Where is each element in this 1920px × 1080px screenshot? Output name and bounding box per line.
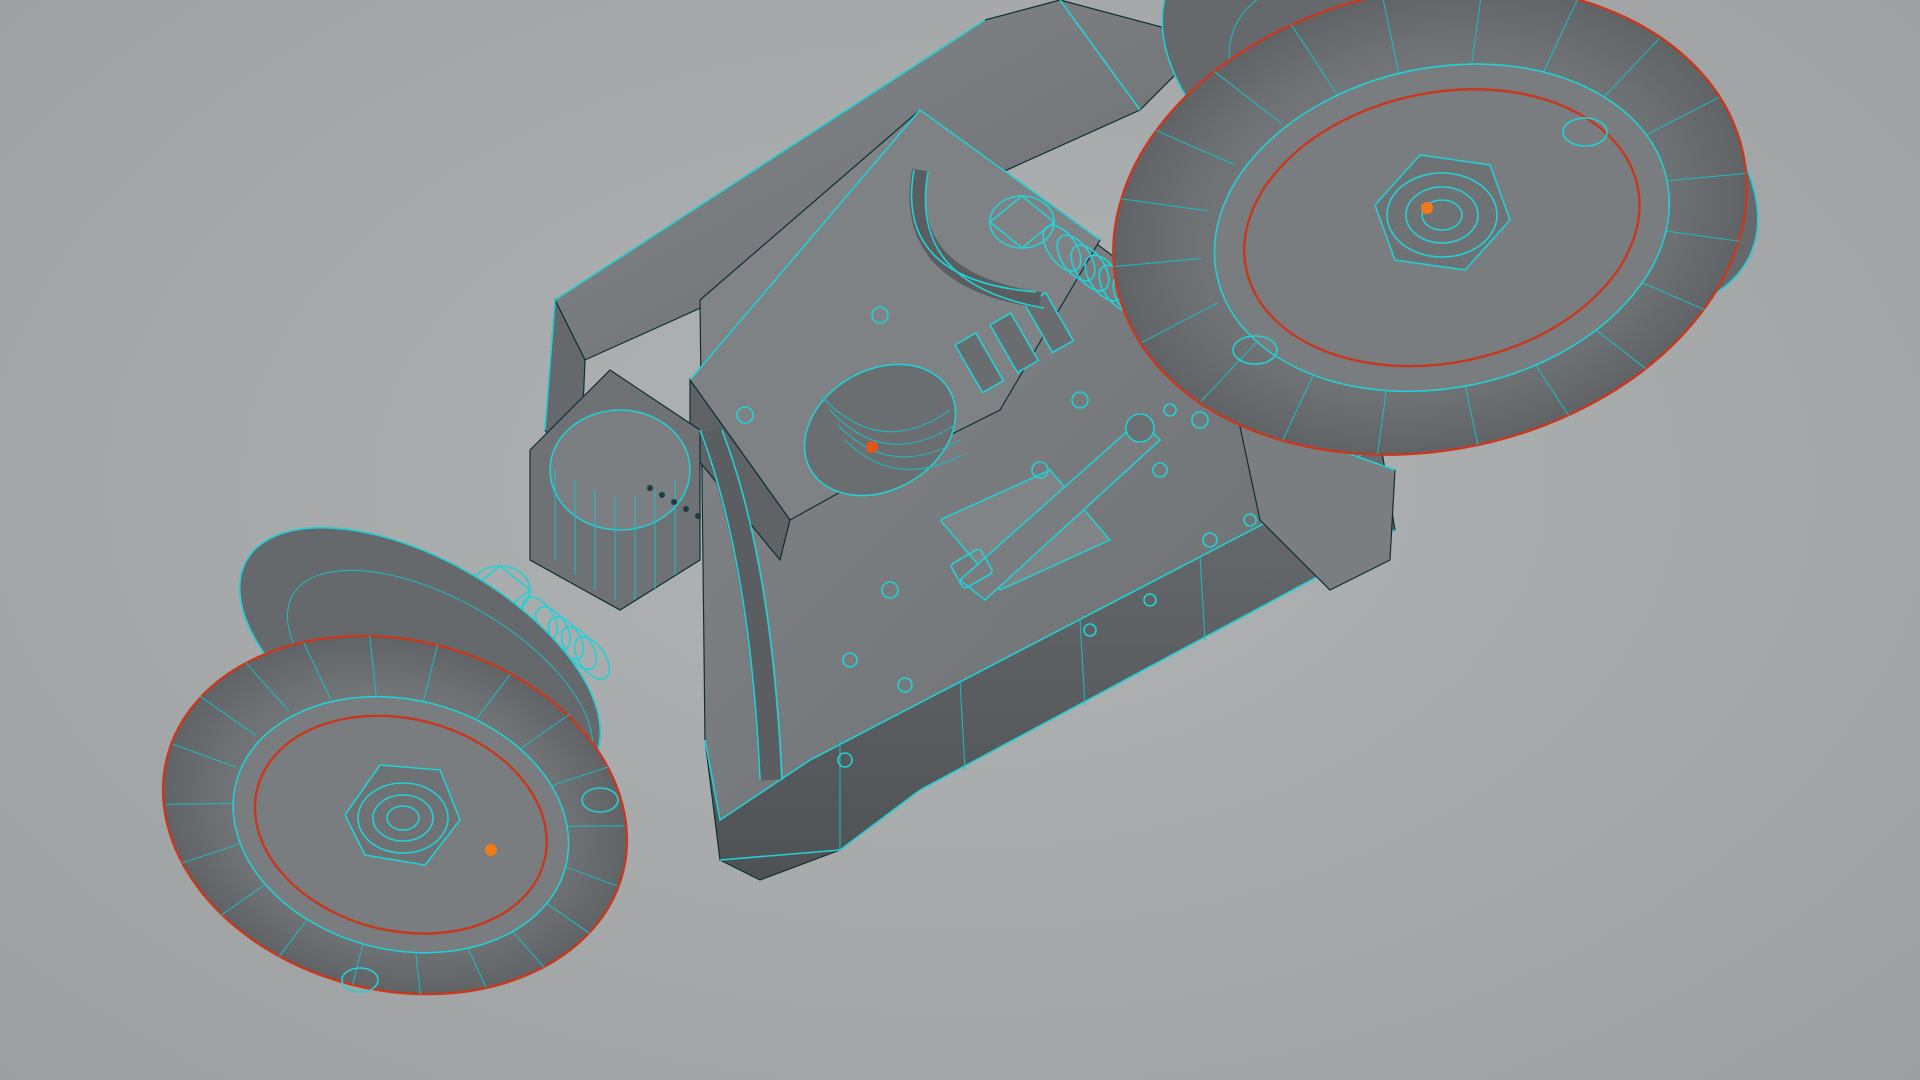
vertex-highlight xyxy=(485,844,497,856)
vertex-highlight xyxy=(866,441,878,453)
model-render[interactable] xyxy=(0,0,1920,1080)
vertex-highlight xyxy=(1421,202,1433,214)
3d-viewport[interactable] xyxy=(0,0,1920,1080)
front-left-wheel[interactable] xyxy=(125,588,666,1041)
